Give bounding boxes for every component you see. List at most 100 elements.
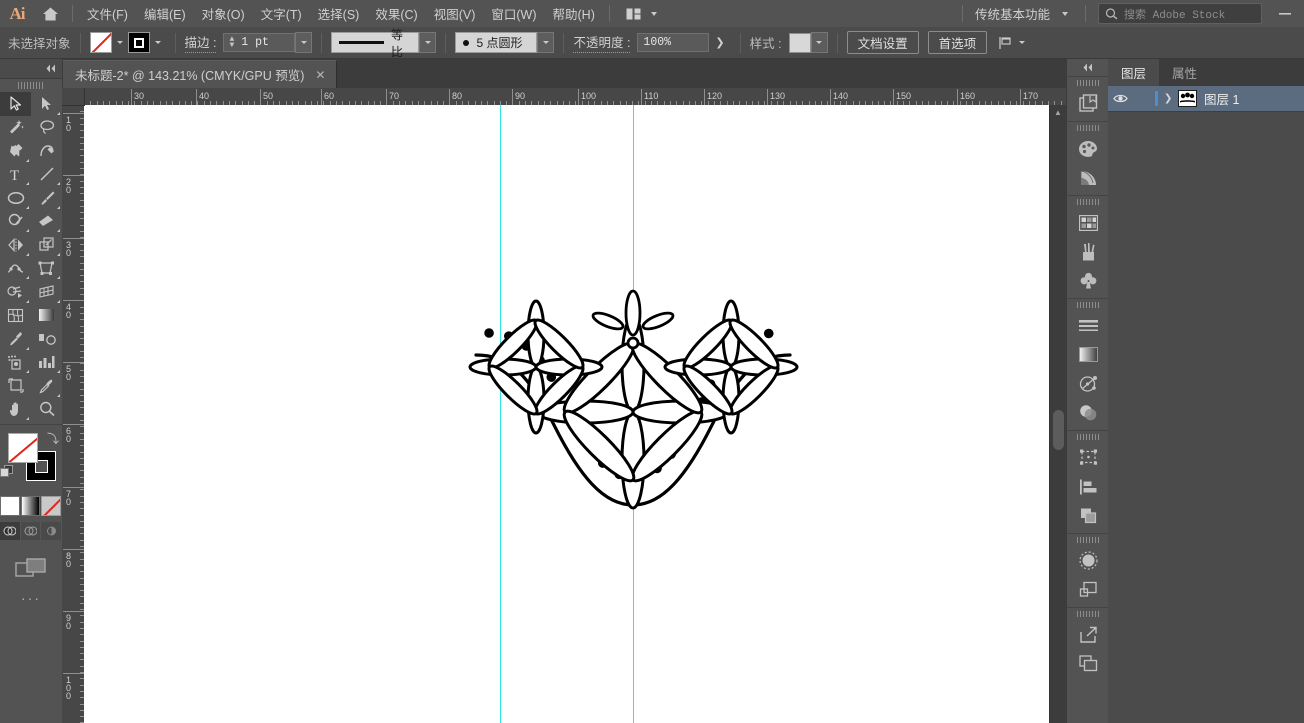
menu-type[interactable]: 文字(T) (253, 0, 310, 27)
menu-object[interactable]: 对象(O) (194, 0, 253, 27)
layer-row[interactable]: ❯ 图层 1 (1108, 86, 1304, 112)
fill-color-swatch[interactable] (89, 32, 112, 53)
menu-edit[interactable]: 编辑(E) (136, 0, 194, 27)
appearance-icon[interactable] (1067, 369, 1109, 398)
menu-view[interactable]: 视图(V) (426, 0, 484, 27)
gradient-icon[interactable] (1067, 340, 1109, 369)
swatches-icon[interactable] (1067, 208, 1109, 237)
menu-help[interactable]: 帮助(H) (545, 0, 603, 27)
chevron-right-icon[interactable]: ❯ (1164, 93, 1178, 104)
fill-dropdown-chevron-down-icon[interactable] (116, 41, 123, 44)
pen-tool[interactable] (0, 139, 31, 163)
shape-builder-tool[interactable] (0, 280, 31, 304)
gradient-mode-button[interactable] (20, 496, 41, 516)
artboards-icon[interactable] (1067, 575, 1109, 604)
artboard-tool[interactable] (0, 374, 31, 398)
scale-tool[interactable] (31, 233, 62, 257)
change-screen-mode-icon[interactable] (0, 550, 62, 586)
dock-grip[interactable] (1067, 196, 1109, 208)
magic-wand-tool[interactable] (0, 116, 31, 140)
opacity-input[interactable]: 100% (637, 33, 710, 52)
document-tab[interactable]: 未标题-2* @ 143.21% (CMYK/GPU 预览) ✕ (62, 60, 338, 88)
draw-normal-button[interactable] (0, 522, 21, 540)
zoom-tool[interactable] (31, 398, 62, 422)
perspective-grid-tool[interactable] (31, 280, 62, 304)
curvature-tool[interactable] (31, 139, 62, 163)
menu-select[interactable]: 选择(S) (310, 0, 368, 27)
direct-selection-tool[interactable] (31, 92, 62, 116)
default-fill-stroke-icon[interactable] (0, 465, 14, 478)
dock-grip[interactable] (1067, 122, 1109, 134)
column-graph-tool[interactable] (31, 351, 62, 375)
stepper-icon[interactable]: ▲ ▼ (229, 36, 234, 50)
document-setup-button[interactable]: 文档设置 (846, 31, 919, 54)
ruler-origin-corner[interactable] (62, 88, 85, 106)
tab-properties[interactable]: 属性 (1159, 59, 1210, 86)
shaper-tool[interactable] (0, 210, 31, 234)
expand-panels-icon[interactable] (1067, 59, 1109, 76)
asset-export-icon[interactable] (1067, 620, 1109, 649)
color-mode-button[interactable] (0, 496, 20, 516)
image-trace-icon[interactable] (1067, 546, 1109, 575)
draw-inside-button[interactable] (41, 522, 63, 540)
dock-grip[interactable] (1067, 608, 1109, 620)
reflect-tool[interactable] (0, 233, 31, 257)
menu-file[interactable]: 文件(F) (79, 0, 136, 27)
fill-swatch-large[interactable] (8, 433, 38, 463)
swap-fill-stroke-icon[interactable]: ⤵ (47, 430, 59, 447)
align-icon[interactable] (1067, 472, 1109, 501)
stroke-profile-field[interactable]: 等比 (331, 28, 420, 59)
lasso-tool[interactable] (31, 116, 62, 140)
tools-panel-grip[interactable] (0, 79, 62, 92)
dock-grip[interactable] (1067, 299, 1109, 311)
transparency-icon[interactable] (1067, 398, 1109, 427)
vertical-scrollbar[interactable]: ▲ (1049, 105, 1066, 723)
tab-layers[interactable]: 图层 (1108, 59, 1160, 86)
type-tool[interactable]: T (0, 163, 31, 187)
workspace-switcher[interactable]: 传统基本功能 (969, 1, 1079, 26)
draw-behind-button[interactable] (20, 522, 42, 540)
graphic-style-swatch[interactable] (788, 32, 811, 53)
home-icon[interactable] (34, 0, 66, 27)
symbols-icon[interactable] (1067, 266, 1109, 295)
minimize-icon[interactable] (1272, 4, 1298, 24)
scroll-up-arrow[interactable]: ▲ (1050, 105, 1066, 119)
floral-border-artwork[interactable] (84, 105, 1050, 723)
menu-effect[interactable]: 效果(C) (367, 0, 425, 27)
slice-tool[interactable] (31, 374, 62, 398)
close-icon[interactable]: ✕ (315, 68, 325, 82)
tools-panel-collapse[interactable] (0, 59, 62, 79)
eyedropper-tool[interactable] (0, 327, 31, 351)
eraser-tool[interactable] (31, 210, 62, 234)
brush-definition-dropdown[interactable] (537, 32, 555, 53)
vertical-ruler[interactable]: 1 0 2 0 3 0 4 0 5 0 6 0 7 0 8 0 9 0 1 0 0 (62, 105, 85, 723)
stroke-weight-input[interactable]: ▲ ▼ 1 pt (223, 33, 296, 52)
layers-panel-icon[interactable] (1067, 649, 1109, 678)
brushes-icon[interactable] (1067, 237, 1109, 266)
transform-icon[interactable] (1067, 443, 1109, 472)
dock-grip[interactable] (1067, 431, 1109, 443)
stroke-color-swatch[interactable] (127, 32, 150, 53)
mesh-tool[interactable] (0, 304, 31, 328)
stroke-weight-dropdown[interactable] (295, 32, 313, 53)
symbol-sprayer-tool[interactable] (0, 351, 31, 375)
stroke-icon[interactable] (1067, 311, 1109, 340)
none-mode-button[interactable] (41, 496, 62, 516)
vertical-scroll-thumb[interactable] (1053, 410, 1064, 450)
paintbrush-tool[interactable] (31, 186, 62, 210)
stroke-profile-dropdown[interactable] (419, 32, 437, 53)
graphic-style-dropdown[interactable] (810, 32, 828, 53)
align-to-artboard-control[interactable] (999, 36, 1030, 50)
width-tool[interactable] (0, 257, 31, 281)
gradient-tool[interactable] (31, 304, 62, 328)
layers-panel-body[interactable] (1108, 112, 1304, 723)
libraries-icon[interactable] (1067, 89, 1109, 118)
blend-tool[interactable] (31, 327, 62, 351)
opacity-label[interactable]: 不透明度 : (573, 32, 631, 53)
line-segment-tool[interactable] (31, 163, 62, 187)
dock-grip[interactable] (1067, 77, 1109, 89)
color-icon[interactable] (1067, 134, 1109, 163)
arrange-documents-icon[interactable] (620, 5, 668, 23)
opacity-expand-chevron-right-icon[interactable]: ❯ (715, 36, 724, 49)
brush-definition-field[interactable]: 5 点圆形 (455, 32, 538, 53)
